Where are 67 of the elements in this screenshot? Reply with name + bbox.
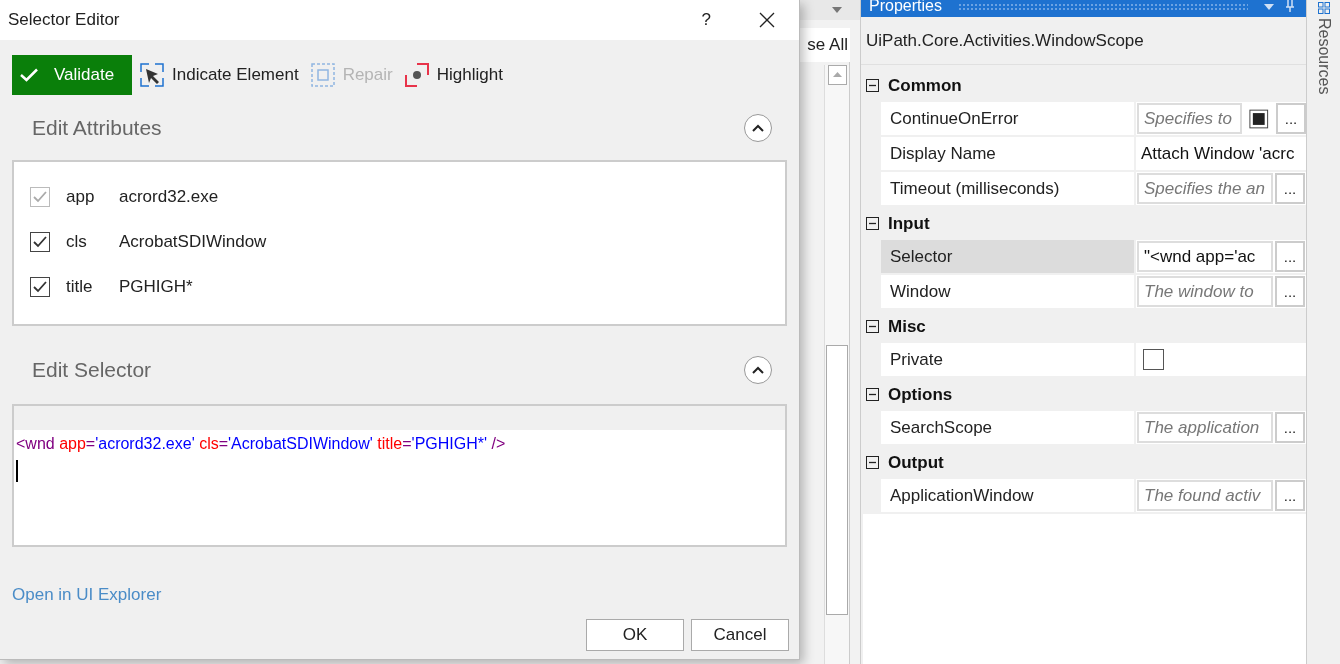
attribute-value: PGHIGH* bbox=[119, 275, 193, 298]
help-button[interactable]: ? bbox=[701, 7, 711, 33]
category-heading: Options bbox=[888, 383, 953, 406]
square-target-icon bbox=[310, 63, 335, 87]
dialog-button[interactable]: Cancel bbox=[691, 619, 789, 651]
attribute-value: acrord32.exe bbox=[119, 185, 219, 208]
dropdown-icon[interactable] bbox=[1264, 3, 1274, 10]
attribute-checkbox[interactable] bbox=[30, 276, 50, 297]
minus-box-icon[interactable] bbox=[866, 388, 879, 401]
minus-box-icon[interactable] bbox=[866, 456, 879, 469]
property-name[interactable]: Window bbox=[881, 275, 1136, 308]
collapse-button[interactable] bbox=[744, 356, 772, 384]
section-heading: Edit Selector bbox=[32, 357, 152, 384]
category-heading: Misc bbox=[888, 315, 926, 338]
property-field[interactable]: "<wnd app='ac bbox=[1137, 241, 1273, 272]
collapse-button[interactable] bbox=[744, 114, 772, 142]
grid-icon[interactable] bbox=[1317, 2, 1330, 14]
property-field[interactable]: Specifies to bbox=[1137, 103, 1243, 134]
property-name[interactable]: Private bbox=[881, 343, 1136, 376]
property-name[interactable]: Timeout (milliseconds) bbox=[881, 172, 1136, 205]
property-field[interactable]: The found activ bbox=[1137, 480, 1273, 511]
attribute-value: AcrobatSDIWindow bbox=[119, 230, 267, 253]
property-checkbox[interactable] bbox=[1143, 349, 1164, 370]
minus-box-icon[interactable] bbox=[866, 320, 879, 333]
chevron-up-icon bbox=[752, 366, 764, 374]
cursor-target-icon bbox=[140, 63, 164, 87]
section-heading: Edit Attributes bbox=[32, 115, 162, 142]
toolbar-button[interactable]: Highlight bbox=[400, 55, 507, 95]
minus-box-icon[interactable] bbox=[866, 79, 879, 92]
side-tab[interactable]: Resources bbox=[1311, 18, 1336, 95]
ellipsis-button[interactable]: ... bbox=[1275, 276, 1305, 307]
selector-editor[interactable]: <wnd app='acrord32.exe' cls='AcrobatSDIWindow' title='PGHIGH*' /> bbox=[12, 404, 787, 547]
property-name[interactable]: ApplicationWindow bbox=[881, 479, 1136, 512]
property-name[interactable]: Selector bbox=[881, 240, 1136, 273]
highlight-icon bbox=[404, 63, 429, 87]
category-heading: Output bbox=[888, 451, 944, 474]
close-icon[interactable] bbox=[759, 12, 775, 28]
ellipsis-button[interactable]: ... bbox=[1275, 241, 1305, 272]
attribute-name: app bbox=[66, 185, 96, 208]
window-title: Selector Editor bbox=[8, 9, 121, 32]
ellipsis-button[interactable]: ... bbox=[1275, 412, 1305, 443]
validate-button[interactable]: Validate bbox=[12, 55, 132, 95]
dropdown-icon[interactable] bbox=[832, 7, 842, 13]
attribute-name: title bbox=[66, 275, 94, 298]
type-name: UiPath.Core.Activities.WindowScope bbox=[866, 29, 1144, 52]
toolbar-button[interactable]: Indicate Element bbox=[136, 55, 303, 95]
checkmark-icon bbox=[20, 68, 38, 82]
property-name[interactable]: ContinueOnError bbox=[881, 102, 1136, 135]
ellipsis-button[interactable]: ... bbox=[1276, 103, 1306, 134]
property-field[interactable]: The window to bbox=[1137, 276, 1273, 307]
ellipsis-button[interactable]: ... bbox=[1275, 173, 1305, 204]
property-field[interactable]: Specifies the an bbox=[1137, 173, 1273, 204]
property-field[interactable]: The application bbox=[1137, 412, 1273, 443]
minus-box-icon[interactable] bbox=[866, 217, 879, 230]
attribute-name: cls bbox=[66, 230, 88, 253]
property-name[interactable]: SearchScope bbox=[881, 411, 1136, 444]
collapse-all-button[interactable]: se All bbox=[800, 28, 850, 62]
scrollbar-thumb[interactable] bbox=[826, 345, 848, 615]
property-name[interactable]: Display Name bbox=[881, 137, 1136, 170]
chevron-up-icon bbox=[752, 124, 764, 132]
category-heading: Common bbox=[888, 74, 962, 97]
pin-icon[interactable] bbox=[1286, 0, 1294, 12]
attribute-checkbox[interactable] bbox=[30, 231, 50, 252]
selector-code: <wnd app='acrord32.exe' cls='AcrobatSDIWindow' title='PGHIGH*' /> bbox=[16, 434, 507, 454]
ellipsis-button[interactable]: ... bbox=[1275, 480, 1305, 511]
category-heading: Input bbox=[888, 212, 930, 235]
dialog-button[interactable]: OK bbox=[586, 619, 684, 651]
